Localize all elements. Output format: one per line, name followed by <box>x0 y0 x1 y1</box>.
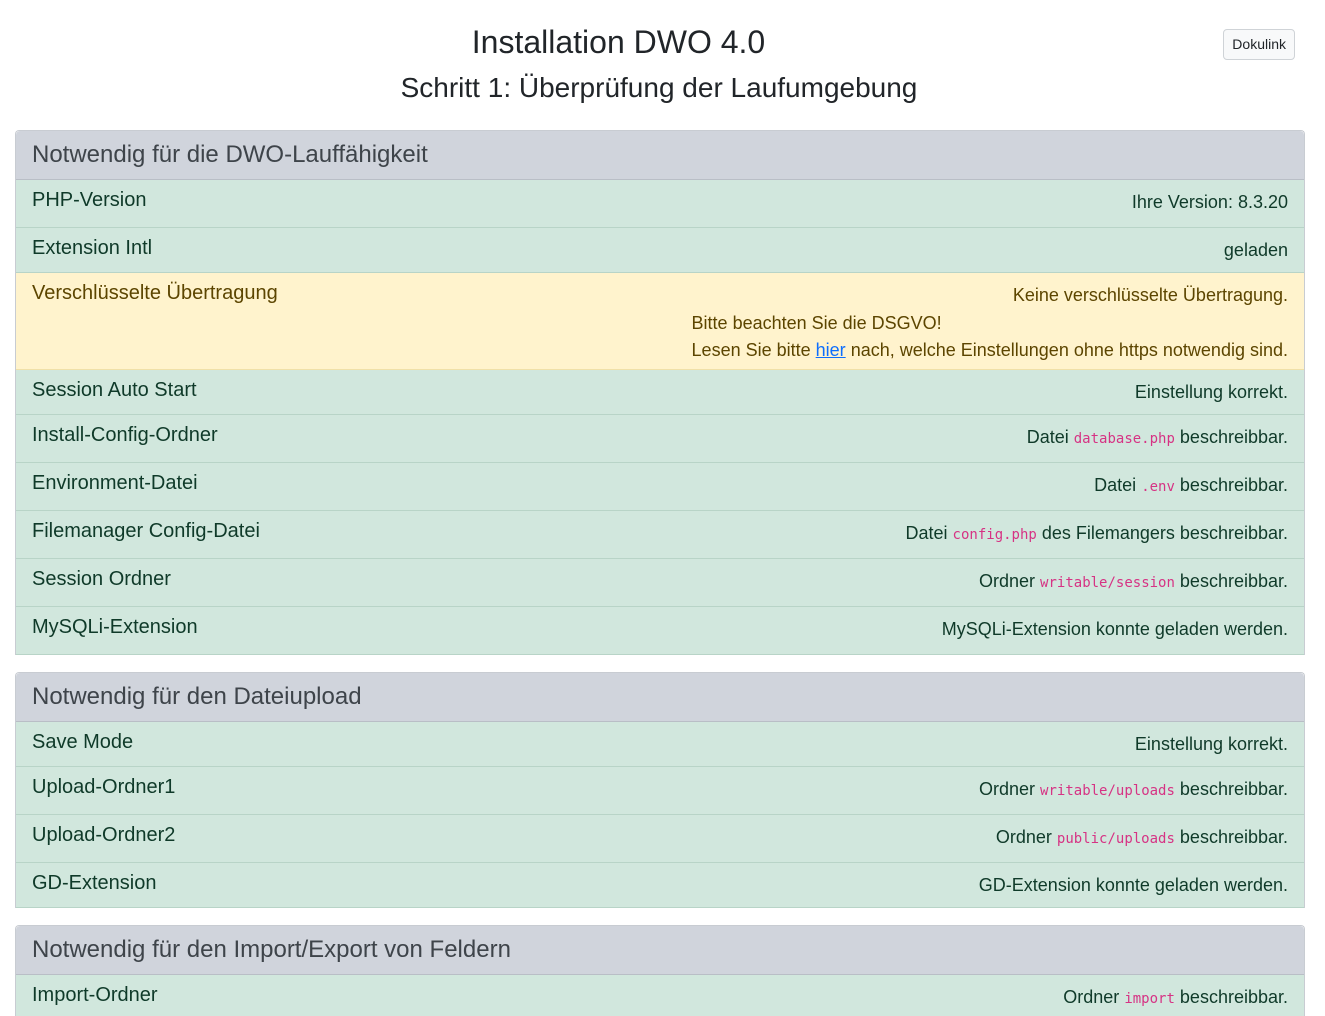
check-label: Session Auto Start <box>32 379 197 401</box>
check-row-upload-folder-1: Upload-Ordner1 Ordner writable/uploads b… <box>16 767 1304 815</box>
hier-link[interactable]: hier <box>816 340 846 360</box>
file-path-code: public/uploads <box>1056 831 1175 847</box>
check-row-install-config-folder: Install-Config-Ordner Datei database.php… <box>16 415 1304 463</box>
check-value-pre: Datei <box>905 523 948 543</box>
file-path-code: import <box>1124 991 1175 1007</box>
check-value-post: beschreibbar. <box>1179 475 1288 495</box>
file-path-code: writable/uploads <box>1040 783 1175 799</box>
check-row-session-folder: Session Ordner Ordner writable/session b… <box>16 559 1304 607</box>
check-label: Upload-Ordner1 <box>32 776 176 798</box>
section-runtime-requirements: Notwendig für die DWO-Lauffähigkeit PHP-… <box>15 130 1305 655</box>
file-path-code: config.php <box>952 527 1037 543</box>
check-value-post: beschreibbar. <box>1179 779 1288 799</box>
check-label: Filemanager Config-Datei <box>32 520 260 542</box>
check-value: Ordner writable/session beschreibbar. <box>979 559 1288 592</box>
check-value: GD-Extension konnte geladen werden. <box>978 875 1288 895</box>
check-row-mysqli-extension: MySQLi-Extension MySQLi-Extension konnte… <box>16 607 1304 655</box>
file-path-code: writable/session <box>1040 575 1175 591</box>
check-row-import-folder: Import-Ordner Ordner import beschreibbar… <box>16 975 1304 1016</box>
check-row-upload-folder-2: Upload-Ordner2 Ordner public/uploads bes… <box>16 815 1304 863</box>
check-value-pre: Ordner <box>979 571 1036 591</box>
check-label: PHP-Version <box>32 189 147 211</box>
check-label: Import-Ordner <box>32 984 158 1006</box>
warning-line-2: Bitte beachten Sie die DSGVO! <box>691 312 942 333</box>
check-row-save-mode: Save Mode Einstellung korrekt. <box>16 722 1304 767</box>
check-row-php-version: PHP-Version Ihre Version: 8.3.20 <box>16 180 1304 228</box>
check-value: Datei database.php beschreibbar. <box>1027 415 1288 448</box>
check-value-pre: Ordner <box>979 779 1036 799</box>
check-row-extension-intl: Extension Intl geladen <box>16 228 1304 273</box>
dokulink-button[interactable]: Dokulink <box>1223 29 1295 60</box>
file-path-code: database.php <box>1073 431 1175 447</box>
check-label: GD-Extension <box>32 872 157 894</box>
check-label: Upload-Ordner2 <box>32 824 176 846</box>
file-path-code: .env <box>1141 479 1175 495</box>
check-row-gd-extension: GD-Extension GD-Extension konnte geladen… <box>16 863 1304 908</box>
check-value-post: beschreibbar. <box>1179 827 1288 847</box>
check-value-pre: Datei <box>1026 427 1069 447</box>
warning-line-3-pre: Lesen Sie bitte <box>691 340 811 360</box>
check-value-post: beschreibbar. <box>1179 571 1288 591</box>
check-label: Save Mode <box>32 731 134 753</box>
check-value: geladen <box>1223 240 1288 260</box>
warning-line-1: Keine verschlüsselte Übertragung. <box>1012 285 1288 305</box>
section-file-upload: Notwendig für den Dateiupload Save Mode … <box>15 672 1305 908</box>
check-value: Einstellung korrekt. <box>1134 734 1288 754</box>
check-row-environment-file: Environment-Datei Datei .env beschreibba… <box>16 463 1304 511</box>
check-value: Ordner public/uploads beschreibbar. <box>996 815 1288 848</box>
warning-line-3-post: nach, welche Einstellungen ohne https no… <box>850 340 1288 360</box>
check-label: MySQLi-Extension <box>32 616 198 638</box>
check-value: MySQLi-Extension konnte geladen werden. <box>941 619 1288 639</box>
page-subtitle: Schritt 1: Überprüfung der Laufumgebung <box>400 72 918 103</box>
check-value-post: beschreibbar. <box>1179 427 1288 447</box>
check-row-session-auto-start: Session Auto Start Einstellung korrekt. <box>16 370 1304 415</box>
check-row-filemanager-config: Filemanager Config-Datei Datei config.ph… <box>16 511 1304 559</box>
check-label: Install-Config-Ordner <box>32 424 218 446</box>
check-row-encrypted-transfer: Verschlüsselte Übertragung Keine verschl… <box>16 273 1304 370</box>
section-header: Notwendig für den Dateiupload <box>16 673 1304 722</box>
check-value: Datei config.php des Filemangers beschre… <box>906 511 1289 544</box>
check-label: Environment-Datei <box>32 472 198 494</box>
warning-line-3: Lesen Sie bitte hier nach, welche Einste… <box>692 337 1288 365</box>
check-value: Einstellung korrekt. <box>1134 382 1288 402</box>
check-value: Ihre Version: 8.3.20 <box>1131 192 1288 212</box>
check-label: Session Ordner <box>32 568 171 590</box>
page-title: Installation DWO 4.0 <box>471 24 766 60</box>
check-label: Extension Intl <box>32 237 153 259</box>
check-value-post: des Filemangers beschreibbar. <box>1041 523 1288 543</box>
section-import-export: Notwendig für den Import/Export von Feld… <box>15 925 1305 1016</box>
check-value-pre: Datei <box>1094 475 1137 495</box>
check-value: Datei .env beschreibbar. <box>1094 463 1288 496</box>
warning-message: Keine verschlüsselte Übertragung. Bitte … <box>692 273 1288 365</box>
page-header: Installation DWO 4.0 Schritt 1: Überprüf… <box>0 0 1325 130</box>
section-header: Notwendig für den Import/Export von Feld… <box>16 926 1304 975</box>
check-value-pre: Ordner <box>995 827 1052 847</box>
check-value: Ordner writable/uploads beschreibbar. <box>979 767 1288 800</box>
installer-page: Installation DWO 4.0 Schritt 1: Überprüf… <box>0 0 1325 1016</box>
check-value-pre: Ordner <box>1063 987 1120 1007</box>
section-header: Notwendig für die DWO-Lauffähigkeit <box>16 131 1304 180</box>
check-value: Ordner import beschreibbar. <box>1063 975 1288 1008</box>
check-label: Verschlüsselte Übertragung <box>32 282 278 304</box>
check-value-post: beschreibbar. <box>1179 987 1288 1007</box>
